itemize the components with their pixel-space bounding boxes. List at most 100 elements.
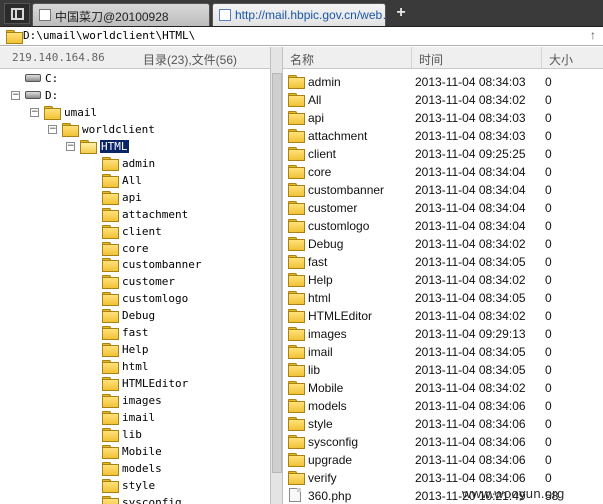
tree-scrollbar[interactable] — [270, 47, 283, 504]
column-time[interactable]: 时间 — [411, 47, 541, 69]
file-size: 0 — [545, 147, 552, 161]
folder-icon — [288, 417, 305, 431]
file-row[interactable]: Mobile 2013-11-04 08:34:02 0 — [283, 378, 603, 396]
tree-item[interactable]: customer — [0, 273, 270, 290]
scrollbar-thumb[interactable] — [272, 73, 282, 473]
file-name: sysconfig — [308, 435, 359, 449]
tab-caidao[interactable]: 中国菜刀@20100928 — [32, 3, 210, 26]
tree-item[interactable]: core — [0, 240, 270, 257]
file-row[interactable]: customlogo 2013-11-04 08:34:04 0 — [283, 216, 603, 234]
file-time: 2013-11-04 08:34:06 — [415, 399, 526, 413]
folder-icon — [288, 381, 305, 395]
file-size: 0 — [545, 363, 552, 377]
file-row[interactable]: All 2013-11-04 08:34:02 0 — [283, 90, 603, 108]
tree-item[interactable]: lib — [0, 426, 270, 443]
file-time: 2013-11-04 08:34:06 — [415, 417, 526, 431]
tree-item[interactable]: api — [0, 189, 270, 206]
file-row[interactable]: api 2013-11-04 08:34:03 0 — [283, 108, 603, 126]
file-icon — [289, 488, 301, 502]
file-size: 0 — [545, 93, 552, 107]
drive-icon — [25, 74, 41, 82]
tree-item[interactable]: Mobile — [0, 443, 270, 460]
folder-icon — [102, 411, 119, 425]
file-time: 2013-11-04 08:34:02 — [415, 309, 526, 323]
file-row[interactable]: fast 2013-11-04 08:34:05 0 — [283, 252, 603, 270]
path-input[interactable]: D:\umail\worldclient\HTML\ — [23, 29, 195, 42]
tree-item[interactable]: − umail — [0, 104, 270, 121]
tree-item[interactable]: Help — [0, 341, 270, 358]
file-size: 0 — [545, 345, 552, 359]
file-row[interactable]: lib 2013-11-04 08:34:05 0 — [283, 360, 603, 378]
tree-item[interactable]: customlogo — [0, 290, 270, 307]
tree-item[interactable]: Debug — [0, 307, 270, 324]
folder-icon — [288, 309, 305, 323]
folder-icon — [62, 122, 79, 137]
tree-item[interactable]: − worldclient — [0, 121, 270, 138]
tree-item[interactable]: sysconfig — [0, 494, 270, 504]
file-name: Help — [308, 273, 333, 287]
collapse-toggle-icon[interactable]: − — [48, 124, 57, 134]
tree-item[interactable]: admin — [0, 155, 270, 172]
file-row[interactable]: core 2013-11-04 08:34:04 0 — [283, 162, 603, 180]
tree-item[interactable]: images — [0, 392, 270, 409]
tree-item-label: D: — [45, 88, 59, 102]
file-row[interactable]: upgrade 2013-11-04 08:34:06 0 — [283, 450, 603, 468]
tree-item[interactable]: All — [0, 172, 270, 189]
column-size[interactable]: 大小 — [541, 47, 603, 69]
tree-item-label: Debug — [122, 309, 156, 323]
path-bar[interactable]: D:\umail\worldclient\HTML\ ↑ — [0, 27, 603, 46]
file-row[interactable]: HTMLEditor 2013-11-04 08:34:02 0 — [283, 306, 603, 324]
tree-item[interactable]: custombanner — [0, 256, 270, 273]
folder-icon — [288, 219, 305, 233]
tree-item[interactable]: style — [0, 477, 270, 494]
tree-item[interactable]: html — [0, 358, 270, 375]
file-row[interactable]: html 2013-11-04 08:34:05 0 — [283, 288, 603, 306]
file-name: html — [308, 291, 331, 305]
tab-mail-url[interactable]: http://mail.hbpic.gov.cn/web… — [212, 3, 386, 26]
window-menu-button[interactable] — [4, 3, 30, 24]
tree-item[interactable]: models — [0, 460, 270, 477]
file-row[interactable]: sysconfig 2013-11-04 08:34:06 0 — [283, 432, 603, 450]
tree-item[interactable]: HTMLEditor — [0, 375, 270, 392]
file-row[interactable]: images 2013-11-04 09:29:13 0 — [283, 324, 603, 342]
file-row[interactable]: models 2013-11-04 08:34:06 0 — [283, 396, 603, 414]
collapse-toggle-icon[interactable]: − — [30, 107, 39, 117]
watermark: www.wooyun.org — [462, 486, 565, 501]
file-time: 2013-11-04 08:34:05 — [415, 255, 526, 269]
file-time: 2013-11-04 08:34:04 — [415, 219, 526, 233]
file-size: 0 — [545, 237, 552, 251]
tree-item[interactable]: C: — [0, 70, 270, 87]
tree-item[interactable]: client — [0, 223, 270, 240]
file-row[interactable]: attachment 2013-11-04 08:34:03 0 — [283, 126, 603, 144]
folder-icon — [102, 275, 119, 290]
tree-item[interactable]: attachment — [0, 206, 270, 223]
file-name: admin — [308, 75, 341, 89]
file-time: 2013-11-04 09:25:25 — [415, 147, 526, 161]
folder-icon — [288, 327, 305, 341]
file-row[interactable]: client 2013-11-04 09:25:25 0 — [283, 144, 603, 162]
file-row[interactable]: customer 2013-11-04 08:34:04 0 — [283, 198, 603, 216]
file-row[interactable]: Debug 2013-11-04 08:34:02 0 — [283, 234, 603, 252]
file-row[interactable]: imail 2013-11-04 08:34:05 0 — [283, 342, 603, 360]
folder-icon — [102, 495, 119, 504]
file-row[interactable]: Help 2013-11-04 08:34:02 0 — [283, 270, 603, 288]
column-name[interactable]: 名称 — [283, 47, 411, 69]
tree-item[interactable]: imail — [0, 409, 270, 426]
folder-icon — [102, 292, 119, 307]
collapse-toggle-icon[interactable]: − — [11, 90, 20, 100]
file-row[interactable]: admin 2013-11-04 08:34:03 0 — [283, 72, 603, 90]
file-row[interactable]: custombanner 2013-11-04 08:34:04 0 — [283, 180, 603, 198]
file-row[interactable]: verify 2013-11-04 08:34:06 0 — [283, 468, 603, 486]
tree-item[interactable]: fast — [0, 324, 270, 341]
file-row[interactable]: style 2013-11-04 08:34:06 0 — [283, 414, 603, 432]
new-tab-button[interactable]: + — [393, 4, 409, 22]
file-name: images — [308, 327, 347, 341]
collapse-toggle-icon[interactable]: − — [66, 141, 75, 151]
tree-item-label: custombanner — [122, 258, 202, 272]
folder-icon — [288, 147, 305, 161]
folder-icon — [102, 394, 119, 409]
file-name: Mobile — [308, 381, 344, 395]
tree-item[interactable]: − D: — [0, 87, 270, 104]
tree-item[interactable]: − HTML — [0, 138, 270, 155]
up-arrow-icon[interactable]: ↑ — [590, 28, 596, 42]
